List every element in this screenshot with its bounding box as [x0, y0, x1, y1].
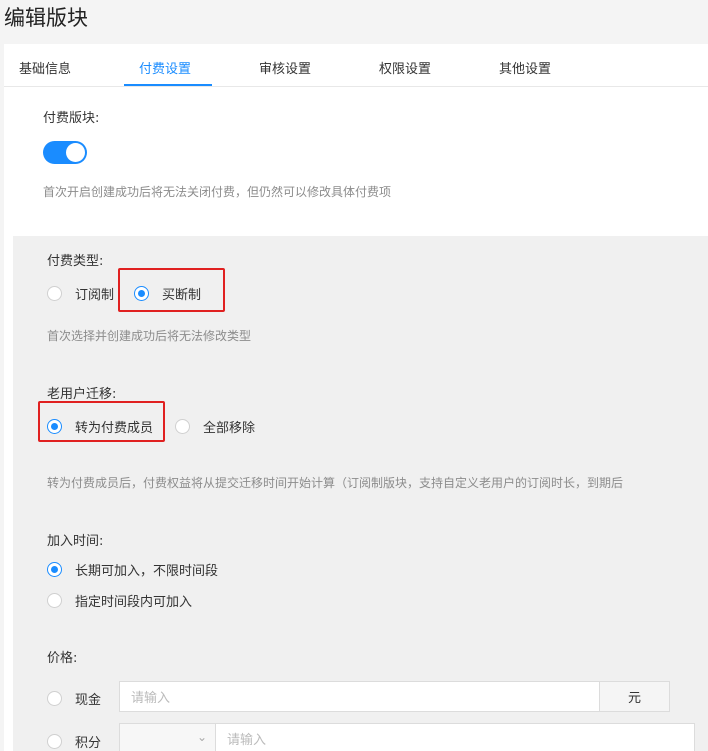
radio-label: 积分 [75, 736, 102, 751]
join-time-unlimited-radio[interactable]: 长期可加入，不限时间段 [47, 560, 218, 579]
migration-convert-radio[interactable]: 转为付费成员 [47, 417, 153, 436]
price-label: 价格: [47, 651, 78, 666]
cash-price-input[interactable]: 请输入 [119, 681, 600, 712]
migration-remove-all-radio[interactable]: 全部移除 [175, 417, 255, 436]
cash-unit-addon: 元 [599, 681, 670, 712]
radio-circle [47, 691, 62, 706]
paid-block-toggle[interactable] [43, 141, 87, 164]
price-cash-radio[interactable]: 现金 [47, 689, 101, 708]
tab-bar: 基础信息 付费设置 审核设置 权限设置 其他设置 [4, 44, 708, 87]
radio-label: 订阅制 [75, 288, 115, 303]
points-price-input[interactable]: 请输入 [215, 723, 695, 751]
tab-review-settings[interactable]: 审核设置 [259, 58, 311, 77]
toggle-knob [66, 143, 85, 162]
pay-type-hint: 首次选择并创建成功后将无法修改类型 [47, 329, 252, 343]
radio-label: 转为付费成员 [75, 421, 154, 436]
tab-other-settings[interactable]: 其他设置 [499, 58, 551, 77]
price-points-radio[interactable]: 积分 [47, 732, 101, 751]
chevron-down-icon: ⌄ [196, 730, 207, 744]
points-type-select[interactable]: ⌄ [119, 723, 216, 751]
paid-block-hint: 首次开启创建成功后将无法关闭付费，但仍然可以修改具体付费项 [43, 185, 392, 199]
radio-label: 指定时间段内可加入 [75, 595, 193, 610]
radio-circle [175, 419, 190, 434]
edit-block-card: 基础信息 付费设置 审核设置 权限设置 其他设置 付费版块: 首次开启创建成功后… [4, 44, 708, 751]
radio-circle [47, 593, 62, 608]
tab-paid-settings[interactable]: 付费设置 [139, 58, 191, 77]
radio-circle [47, 562, 62, 577]
paid-block-label: 付费版块: [43, 111, 100, 126]
migration-hint: 转为付费成员后，付费权益将从提交迁移时间开始计算（订阅制版块，支持自定义老用户的… [47, 476, 624, 490]
join-time-label: 加入时间: [47, 534, 104, 549]
tab-permission-settings[interactable]: 权限设置 [379, 58, 431, 77]
migration-label: 老用户迁移: [47, 387, 117, 402]
join-time-period-radio[interactable]: 指定时间段内可加入 [47, 591, 192, 610]
pay-type-label: 付费类型: [47, 254, 104, 269]
paid-settings-panel: 付费类型: 订阅制 买断制 首次选择并创建成功后将无法修改类型 老用户迁移: 转… [13, 236, 708, 751]
active-tab-indicator [124, 84, 212, 86]
radio-circle [47, 286, 62, 301]
radio-label: 长期可加入，不限时间段 [75, 564, 219, 579]
radio-label: 现金 [75, 693, 102, 708]
radio-label: 全部移除 [203, 421, 256, 436]
radio-circle [134, 286, 149, 301]
tab-basic-info[interactable]: 基础信息 [19, 58, 71, 77]
pay-type-buyout-radio[interactable]: 买断制 [134, 284, 201, 303]
page-title: 编辑版块 [4, 6, 88, 30]
radio-circle [47, 734, 62, 749]
radio-circle [47, 419, 62, 434]
pay-type-subscription-radio[interactable]: 订阅制 [47, 284, 114, 303]
radio-label: 买断制 [162, 288, 202, 303]
